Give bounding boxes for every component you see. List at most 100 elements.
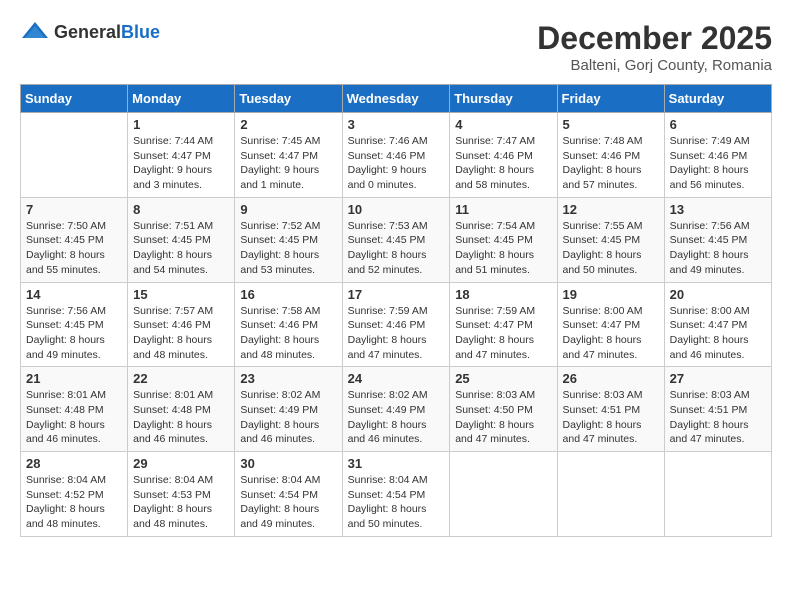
- calendar-cell: 15 Sunrise: 7:57 AMSunset: 4:46 PMDayligh…: [128, 282, 235, 367]
- page-header: GeneralBlue December 2025 Balteni, Gorj …: [20, 20, 772, 74]
- calendar-cell: 7 Sunrise: 7:50 AMSunset: 4:45 PMDaylight…: [21, 197, 128, 282]
- day-number: 3: [348, 117, 445, 132]
- calendar-cell: 8 Sunrise: 7:51 AMSunset: 4:45 PMDaylight…: [128, 197, 235, 282]
- day-number: 2: [240, 117, 336, 132]
- day-number: 25: [455, 371, 551, 386]
- calendar-week-row: 1 Sunrise: 7:44 AMSunset: 4:47 PMDaylight…: [21, 113, 772, 198]
- calendar-cell: 23 Sunrise: 8:02 AMSunset: 4:49 PMDayligh…: [235, 367, 342, 452]
- day-number: 9: [240, 202, 336, 217]
- day-info: Sunrise: 8:03 AMSunset: 4:50 PMDaylight:…: [455, 388, 551, 447]
- day-number: 26: [563, 371, 659, 386]
- day-info: Sunrise: 7:53 AMSunset: 4:45 PMDaylight:…: [348, 219, 445, 278]
- calendar-cell: 18 Sunrise: 7:59 AMSunset: 4:47 PMDayligh…: [450, 282, 557, 367]
- day-info: Sunrise: 7:59 AMSunset: 4:47 PMDaylight:…: [455, 304, 551, 363]
- calendar-week-row: 21 Sunrise: 8:01 AMSunset: 4:48 PMDayligh…: [21, 367, 772, 452]
- month-title: December 2025: [537, 20, 772, 57]
- day-number: 19: [563, 287, 659, 302]
- calendar-cell: [664, 452, 771, 537]
- calendar-cell: 30 Sunrise: 8:04 AMSunset: 4:54 PMDayligh…: [235, 452, 342, 537]
- day-info: Sunrise: 8:00 AMSunset: 4:47 PMDaylight:…: [670, 304, 766, 363]
- day-number: 23: [240, 371, 336, 386]
- day-number: 18: [455, 287, 551, 302]
- day-info: Sunrise: 7:50 AMSunset: 4:45 PMDaylight:…: [26, 219, 122, 278]
- calendar-cell: 11Sunrise: 7:54 AMSunset: 4:45 PMDayligh…: [450, 197, 557, 282]
- logo-general: General: [54, 22, 121, 42]
- day-number: 24: [348, 371, 445, 386]
- calendar-header-sunday: Sunday: [21, 85, 128, 113]
- calendar-header-friday: Friday: [557, 85, 664, 113]
- day-number: 14: [26, 287, 122, 302]
- day-info: Sunrise: 7:52 AMSunset: 4:45 PMDaylight:…: [240, 219, 336, 278]
- day-info: Sunrise: 7:55 AMSunset: 4:45 PMDaylight:…: [563, 219, 659, 278]
- day-info: Sunrise: 8:02 AMSunset: 4:49 PMDaylight:…: [240, 388, 336, 447]
- day-number: 5: [563, 117, 659, 132]
- day-number: 13: [670, 202, 766, 217]
- day-number: 21: [26, 371, 122, 386]
- calendar: SundayMondayTuesdayWednesdayThursdayFrid…: [20, 84, 772, 537]
- day-info: Sunrise: 7:47 AMSunset: 4:46 PMDaylight:…: [455, 134, 551, 193]
- day-number: 11: [455, 202, 551, 217]
- day-info: Sunrise: 8:01 AMSunset: 4:48 PMDaylight:…: [26, 388, 122, 447]
- day-info: Sunrise: 7:45 AMSunset: 4:47 PMDaylight:…: [240, 134, 336, 193]
- day-info: Sunrise: 7:59 AMSunset: 4:46 PMDaylight:…: [348, 304, 445, 363]
- calendar-cell: 1 Sunrise: 7:44 AMSunset: 4:47 PMDaylight…: [128, 113, 235, 198]
- calendar-cell: 3Sunrise: 7:46 AMSunset: 4:46 PMDaylight…: [342, 113, 450, 198]
- day-info: Sunrise: 7:44 AMSunset: 4:47 PMDaylight:…: [133, 134, 229, 193]
- calendar-cell: 10 Sunrise: 7:53 AMSunset: 4:45 PMDayligh…: [342, 197, 450, 282]
- day-info: Sunrise: 8:02 AMSunset: 4:49 PMDaylight:…: [348, 388, 445, 447]
- calendar-cell: 17 Sunrise: 7:59 AMSunset: 4:46 PMDayligh…: [342, 282, 450, 367]
- day-info: Sunrise: 7:57 AMSunset: 4:46 PMDaylight:…: [133, 304, 229, 363]
- calendar-header-thursday: Thursday: [450, 85, 557, 113]
- calendar-cell: 9 Sunrise: 7:52 AMSunset: 4:45 PMDaylight…: [235, 197, 342, 282]
- day-number: 1: [133, 117, 229, 132]
- day-number: 8: [133, 202, 229, 217]
- day-number: 12: [563, 202, 659, 217]
- day-number: 15: [133, 287, 229, 302]
- title-block: December 2025 Balteni, Gorj County, Roma…: [537, 20, 772, 74]
- calendar-cell: 6 Sunrise: 7:49 AMSunset: 4:46 PMDaylight…: [664, 113, 771, 198]
- day-info: Sunrise: 8:03 AMSunset: 4:51 PMDaylight:…: [670, 388, 766, 447]
- calendar-cell: 28Sunrise: 8:04 AMSunset: 4:52 PMDayligh…: [21, 452, 128, 537]
- calendar-week-row: 28Sunrise: 8:04 AMSunset: 4:52 PMDayligh…: [21, 452, 772, 537]
- day-info: Sunrise: 8:04 AMSunset: 4:54 PMDaylight:…: [240, 473, 336, 532]
- day-info: Sunrise: 7:51 AMSunset: 4:45 PMDaylight:…: [133, 219, 229, 278]
- calendar-cell: 19 Sunrise: 8:00 AMSunset: 4:47 PMDayligh…: [557, 282, 664, 367]
- day-info: Sunrise: 8:00 AMSunset: 4:47 PMDaylight:…: [563, 304, 659, 363]
- day-number: 27: [670, 371, 766, 386]
- calendar-cell: 29Sunrise: 8:04 AMSunset: 4:53 PMDayligh…: [128, 452, 235, 537]
- day-number: 20: [670, 287, 766, 302]
- calendar-cell: 13 Sunrise: 7:56 AMSunset: 4:45 PMDayligh…: [664, 197, 771, 282]
- calendar-cell: 27 Sunrise: 8:03 AMSunset: 4:51 PMDayligh…: [664, 367, 771, 452]
- calendar-header-row: SundayMondayTuesdayWednesdayThursdayFrid…: [21, 85, 772, 113]
- calendar-cell: 4Sunrise: 7:47 AMSunset: 4:46 PMDaylight…: [450, 113, 557, 198]
- calendar-header-tuesday: Tuesday: [235, 85, 342, 113]
- day-number: 10: [348, 202, 445, 217]
- day-number: 7: [26, 202, 122, 217]
- location-title: Balteni, Gorj County, Romania: [537, 57, 772, 74]
- day-number: 22: [133, 371, 229, 386]
- day-info: Sunrise: 7:56 AMSunset: 4:45 PMDaylight:…: [670, 219, 766, 278]
- calendar-cell: 12 Sunrise: 7:55 AMSunset: 4:45 PMDayligh…: [557, 197, 664, 282]
- calendar-cell: 20 Sunrise: 8:00 AMSunset: 4:47 PMDayligh…: [664, 282, 771, 367]
- day-number: 30: [240, 456, 336, 471]
- calendar-week-row: 14 Sunrise: 7:56 AMSunset: 4:45 PMDayligh…: [21, 282, 772, 367]
- day-number: 6: [670, 117, 766, 132]
- day-info: Sunrise: 8:04 AMSunset: 4:53 PMDaylight:…: [133, 473, 229, 532]
- day-info: Sunrise: 8:04 AMSunset: 4:54 PMDaylight:…: [348, 473, 445, 532]
- day-number: 31: [348, 456, 445, 471]
- calendar-header-saturday: Saturday: [664, 85, 771, 113]
- day-info: Sunrise: 7:56 AMSunset: 4:45 PMDaylight:…: [26, 304, 122, 363]
- day-number: 17: [348, 287, 445, 302]
- day-info: Sunrise: 7:48 AMSunset: 4:46 PMDaylight:…: [563, 134, 659, 193]
- calendar-cell: 5 Sunrise: 7:48 AMSunset: 4:46 PMDaylight…: [557, 113, 664, 198]
- calendar-cell: 21 Sunrise: 8:01 AMSunset: 4:48 PMDayligh…: [21, 367, 128, 452]
- calendar-header-monday: Monday: [128, 85, 235, 113]
- calendar-cell: 26Sunrise: 8:03 AMSunset: 4:51 PMDayligh…: [557, 367, 664, 452]
- calendar-cell: 14 Sunrise: 7:56 AMSunset: 4:45 PMDayligh…: [21, 282, 128, 367]
- calendar-header-wednesday: Wednesday: [342, 85, 450, 113]
- calendar-cell: [450, 452, 557, 537]
- day-info: Sunrise: 7:49 AMSunset: 4:46 PMDaylight:…: [670, 134, 766, 193]
- calendar-cell: 22Sunrise: 8:01 AMSunset: 4:48 PMDayligh…: [128, 367, 235, 452]
- day-number: 28: [26, 456, 122, 471]
- logo-blue: Blue: [121, 22, 160, 42]
